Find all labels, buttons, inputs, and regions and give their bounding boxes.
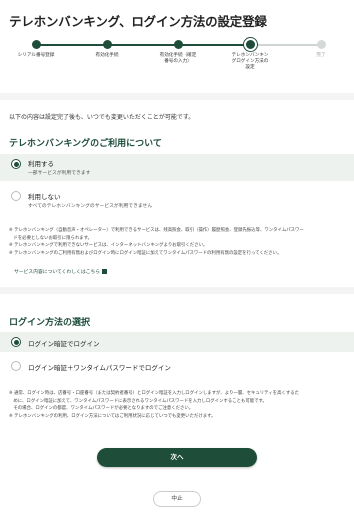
login-section-title: ログイン方法の選択 xyxy=(9,318,91,328)
radio-login-onetime[interactable] xyxy=(11,361,21,371)
login-option-password[interactable]: ログイン暗証でログイン xyxy=(0,332,354,352)
divider-band xyxy=(0,93,354,100)
service-detail-link[interactable]: サービス内容についてくわしくはこちら xyxy=(14,268,108,275)
note-line: ※ 通常、ログイン時は、店番号・口座番号（または契約者番号）とログイン暗証を入力… xyxy=(9,391,300,396)
step-dot-3 xyxy=(173,40,183,49)
next-button[interactable]: 次へ xyxy=(97,448,257,467)
divider-band xyxy=(0,287,354,294)
step-label-5: 完了 xyxy=(316,53,326,58)
login-notes: ※ 通常、ログイン時は、店番号・口座番号（または契約者番号）とログイン暗証を入力… xyxy=(9,391,345,421)
option-sub-not-use: すべてのテレホンバンキングのサービスが利用できません xyxy=(28,204,153,209)
intro-text: 以下の内容は設定完了後も、いつでも変更いただくことが可能です。 xyxy=(9,114,195,121)
telebank-option-use[interactable]: 利用する 一部サービスが利用できます xyxy=(0,154,354,181)
telebank-option-not-use[interactable]: 利用しない すべてのテレホンバンキングのサービスが利用できません xyxy=(0,187,354,214)
note-line: めに、ログイン暗証に加えて、ワンタイムパスワードに表示されるワンタイムパスワード… xyxy=(9,398,267,404)
login-option-onetime[interactable]: ログイン暗証＋ワンタイムパスワードでログイン xyxy=(0,356,354,376)
note-line: ※ テレホンバンキング（自動音声・オペレーター）で利用できるサービスは、残高照会… xyxy=(9,228,304,233)
page-title: テレホンバンキング、ログイン方法の設定登録 xyxy=(9,14,267,29)
step-dot-1 xyxy=(31,40,41,49)
step-label-4: テレホンバンキン グログイン方法の 設定 xyxy=(231,53,269,70)
step-label-3: 有効化手続（確定 番号の入力） xyxy=(159,53,197,64)
radio-not-use[interactable] xyxy=(11,191,21,201)
step-dot-2 xyxy=(102,40,112,49)
radio-use[interactable] xyxy=(11,159,21,169)
option-label-not-use: 利用しない xyxy=(28,193,61,201)
note-line: ※ テレホンバンキングで利用できないサービスは、インターネットバンキングよりお取… xyxy=(9,243,208,249)
service-detail-link-text[interactable]: サービス内容についてくわしくはこちら xyxy=(14,270,100,275)
step-dot-5 xyxy=(316,40,326,49)
step-label-1: シリアル番号登録 xyxy=(17,53,55,58)
note-line: ドを必要としないお取引に限られます。 xyxy=(9,235,92,241)
telebank-section-title: テレホンバンキングのご利用について xyxy=(9,139,162,149)
step-dot-4 xyxy=(245,40,255,49)
option-label-use: 利用する xyxy=(28,160,54,168)
note-line: ※ テレホンバンキングの利用、ログイン方法についてはご利用状況に応じていつでも変… xyxy=(9,413,216,419)
progress-stepper: シリアル番号登録 有効化手続 有効化手続（確定 番号の入力） テレホンバンキン … xyxy=(0,40,354,80)
note-line: ※ テレホンバンキングのご利用有無およびログイン時にログイン暗証に加えてワンタイ… xyxy=(9,250,282,256)
option-sub-use: 一部サービスが利用できます xyxy=(28,171,91,176)
external-link-icon xyxy=(102,269,108,274)
page: テレホンバンキング、ログイン方法の設定登録 シリアル番号登録 有効化手続 有効化… xyxy=(0,0,354,520)
step-label-2: 有効化手続 xyxy=(95,53,119,58)
note-line: その場合、ログインの都度、ワンタイムパスワードが必要となりますのでご注意ください… xyxy=(9,406,194,412)
option-label-login-onetime: ログイン暗証＋ワンタイムパスワードでログイン xyxy=(28,364,171,372)
option-label-login-password: ログイン暗証でログイン xyxy=(28,340,100,348)
cancel-button[interactable]: 中止 xyxy=(153,491,201,507)
telebank-notes: ※ テレホンバンキング（自動音声・オペレーター）で利用できるサービスは、残高照会… xyxy=(9,228,345,258)
radio-login-password[interactable] xyxy=(11,337,21,347)
